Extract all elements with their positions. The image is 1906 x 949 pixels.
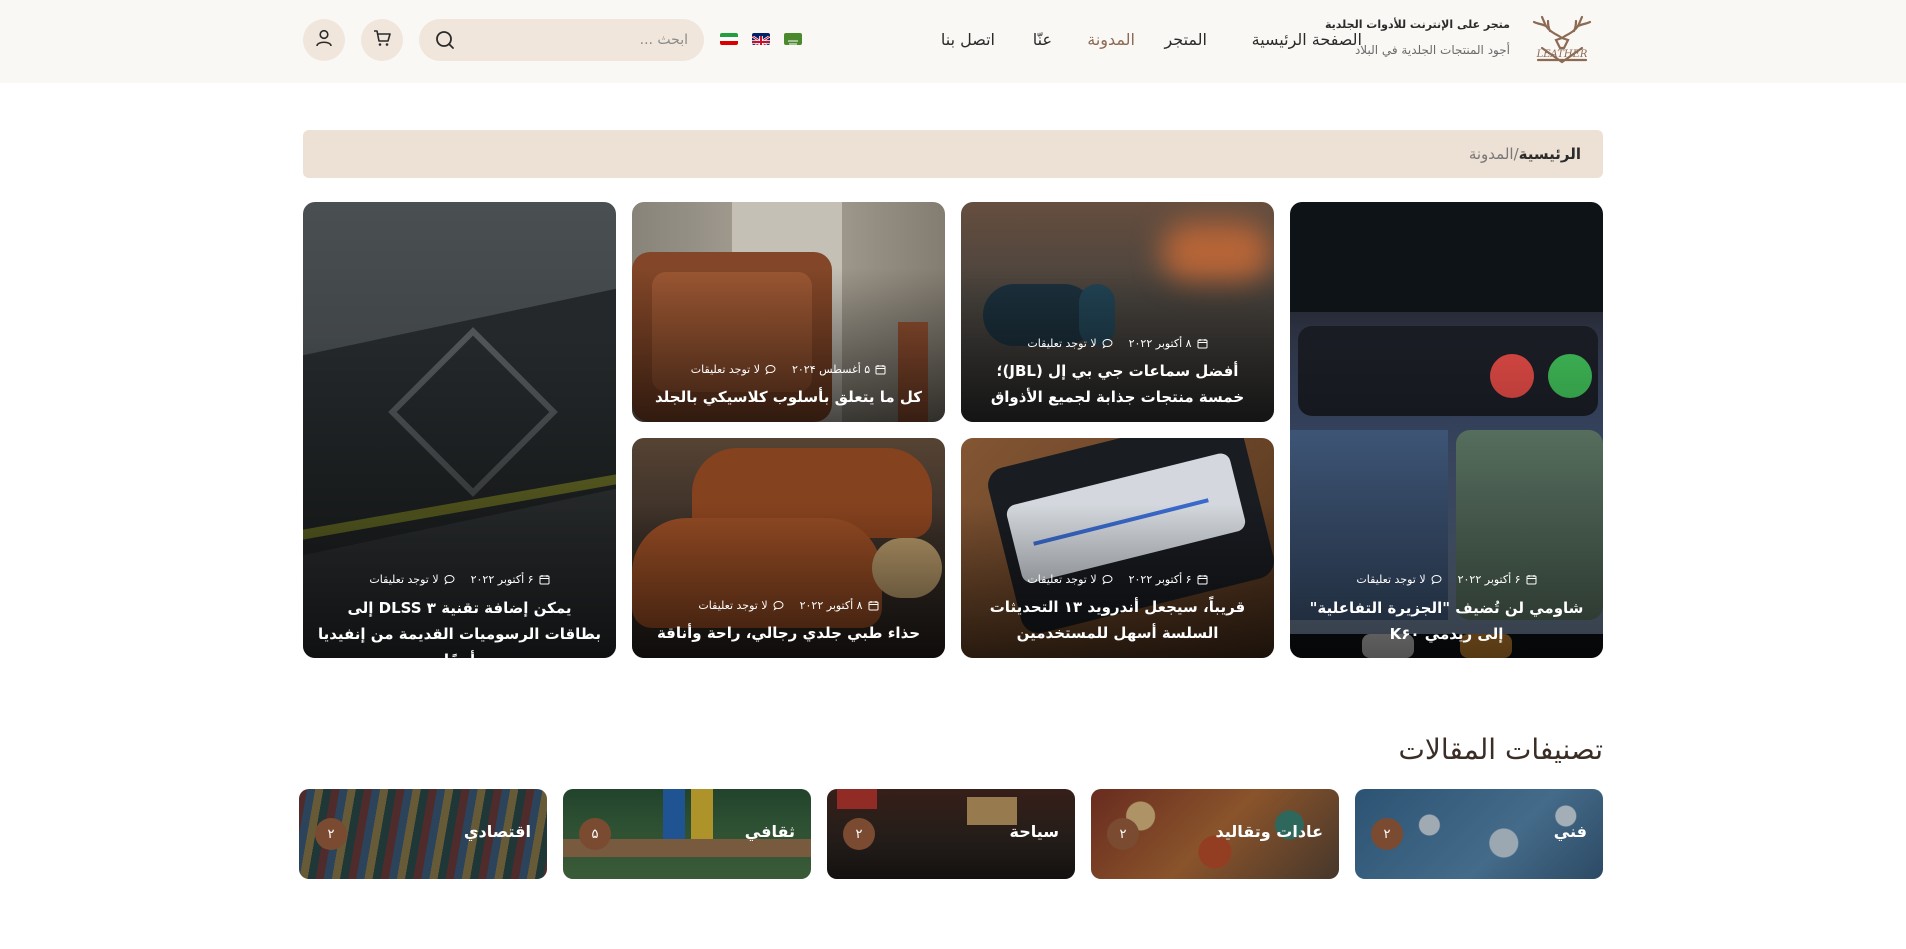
category-card[interactable]: اقتصادي ۲ — [299, 789, 547, 879]
comment-icon — [444, 574, 455, 585]
post-comments: لا توجد تعليقات — [691, 363, 776, 376]
category-count: ۲ — [843, 818, 875, 850]
category-card[interactable]: سياحة ۲ — [827, 789, 1075, 879]
nav-contact[interactable]: اتصل بنا — [941, 30, 995, 49]
category-name: فني — [1553, 822, 1587, 841]
post-date: ۸ أكتوبر ۲۰۲۲ — [1129, 337, 1208, 350]
post-comments: لا توجد تعليقات — [1027, 573, 1113, 586]
post-meta: ۵ أغسطس ۲۰۲۴ لا توجد تعليقات — [632, 363, 945, 376]
breadcrumb: الرئيسية / المدونة — [303, 130, 1603, 178]
search-box — [419, 19, 704, 61]
language-switcher — [720, 33, 802, 45]
calendar-icon — [1197, 338, 1208, 349]
post-meta: ۶ أكتوبر ۲۰۲۲ لا توجد تعليقات — [1290, 573, 1603, 586]
flag-saudi-icon[interactable] — [784, 33, 802, 45]
nav-shop[interactable]: المتجر — [1164, 30, 1207, 49]
post-comments: لا توجد تعليقات — [1356, 573, 1442, 586]
brand-text: متجر على الإنترنت للأدوات الجلدية أجود ا… — [1325, 18, 1510, 57]
calendar-icon — [1197, 574, 1208, 585]
brand-title: متجر على الإنترنت للأدوات الجلدية — [1325, 18, 1510, 31]
post-title: أفضل سماعات جي بي إل (JBL)؛ خمسة منتجات … — [990, 362, 1245, 406]
category-name: اقتصادي — [463, 822, 531, 841]
calendar-icon — [868, 600, 879, 611]
post-card[interactable]: ۵ أغسطس ۲۰۲۴ لا توجد تعليقات كل ما يتعلق… — [632, 202, 945, 422]
post-date: ۶ أكتوبر ۲۰۲۲ — [1458, 573, 1537, 586]
post-date: ۶ أكتوبر ۲۰۲۲ — [471, 573, 550, 586]
category-name: عادات وتقاليد — [1215, 822, 1323, 841]
post-overlay — [303, 202, 616, 658]
post-overlay — [1290, 202, 1603, 658]
breadcrumb-home[interactable]: الرئيسية — [1519, 145, 1581, 163]
flag-uk-icon[interactable] — [752, 33, 770, 45]
comment-icon — [773, 600, 784, 611]
calendar-icon — [875, 364, 886, 375]
category-card[interactable]: فني ۲ — [1355, 789, 1603, 879]
cart-icon — [372, 28, 392, 52]
post-title: حذاء طبي جلدي رجالي، راحة وأناقة — [656, 624, 921, 642]
cart-button[interactable] — [361, 19, 403, 61]
post-card[interactable]: ۸ أكتوبر ۲۰۲۲ لا توجد تعليقات حذاء طبي ج… — [632, 438, 945, 658]
post-title: قريباً، سيجعل أندرويد ۱۳ التحديثات السلس… — [989, 598, 1246, 642]
user-icon — [314, 28, 334, 52]
post-title: شاومي لن تُضيف "الجزيرة التفاعلية" إلى ر… — [1309, 599, 1584, 643]
post-date: ۵ أغسطس ۲۰۲۴ — [792, 363, 886, 376]
search-icon[interactable] — [435, 30, 455, 50]
post-card[interactable]: ۶ أكتوبر ۲۰۲۲ لا توجد تعليقات يمكن إضافة… — [303, 202, 616, 658]
category-card[interactable]: ثقافي ۵ — [563, 789, 811, 879]
leather-logo[interactable]: LEATHER — [1520, 14, 1604, 66]
flag-iran-icon[interactable] — [720, 33, 738, 45]
comment-icon — [1102, 338, 1113, 349]
breadcrumb-separator: / — [1513, 145, 1519, 163]
comment-icon — [765, 364, 776, 375]
account-button[interactable] — [303, 19, 345, 61]
comment-icon — [1431, 574, 1442, 585]
category-count: ۵ — [579, 818, 611, 850]
category-name: سياحة — [1009, 822, 1059, 841]
categories-heading-text: تصنيفات المقالات — [1398, 733, 1603, 766]
post-title: يمكن إضافة تقنية DLSS ۳ إلى بطاقات الرسو… — [317, 599, 602, 658]
post-meta: ۸ أكتوبر ۲۰۲۲ لا توجد تعليقات — [632, 599, 945, 612]
categories-heading: تصنيفات المقالات — [1399, 733, 1603, 766]
post-meta: ۶ أكتوبر ۲۰۲۲ لا توجد تعليقات — [303, 573, 616, 586]
main-nav: الصفحة الرئيسية المتجر المدونة عنّا اتصل… — [922, 30, 1362, 54]
breadcrumb-current: المدونة — [1468, 145, 1514, 163]
site-header: LEATHER متجر على الإنترنت للأدوات الجلدي… — [0, 0, 1906, 83]
post-comments: لا توجد تعليقات — [1027, 337, 1113, 350]
category-count: ۲ — [1371, 818, 1403, 850]
calendar-icon — [1526, 574, 1537, 585]
category-card[interactable]: عادات وتقاليد ۲ — [1091, 789, 1339, 879]
brand-subtitle: أجود المنتجات الجلدية في البلاد — [1354, 43, 1510, 57]
post-comments: لا توجد تعليقات — [369, 573, 455, 586]
post-title: كل ما يتعلق بأسلوب كلاسيكي بالجلد — [654, 388, 922, 406]
search-input[interactable] — [463, 19, 688, 61]
post-card[interactable]: ۶ أكتوبر ۲۰۲۲ لا توجد تعليقات شاومي لن ت… — [1290, 202, 1603, 658]
post-card[interactable]: ۸ أكتوبر ۲۰۲۲ لا توجد تعليقات أفضل سماعا… — [961, 202, 1274, 422]
post-date: ۶ أكتوبر ۲۰۲۲ — [1129, 573, 1208, 586]
category-name: ثقافي — [744, 822, 795, 841]
post-meta: ۶ أكتوبر ۲۰۲۲ لا توجد تعليقات — [961, 573, 1274, 586]
nav-home[interactable]: الصفحة الرئيسية — [1252, 30, 1362, 49]
svg-text:LEATHER: LEATHER — [1536, 49, 1588, 60]
post-date: ۸ أكتوبر ۲۰۲۲ — [800, 599, 879, 612]
category-count: ۲ — [315, 818, 347, 850]
post-comments: لا توجد تعليقات — [698, 599, 784, 612]
post-meta: ۸ أكتوبر ۲۰۲۲ لا توجد تعليقات — [961, 337, 1274, 350]
category-count: ۲ — [1107, 818, 1139, 850]
calendar-icon — [539, 574, 550, 585]
comment-icon — [1102, 574, 1113, 585]
post-card[interactable]: ۶ أكتوبر ۲۰۲۲ لا توجد تعليقات قريباً، سي… — [961, 438, 1274, 658]
nav-about[interactable]: عنّا — [1033, 30, 1052, 49]
nav-blog[interactable]: المدونة — [1087, 30, 1135, 49]
